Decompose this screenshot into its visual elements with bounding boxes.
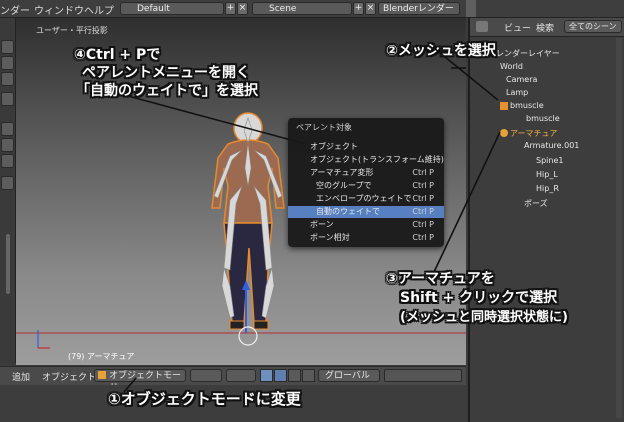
outliner-item-spine1[interactable]: Spine1 <box>536 156 563 165</box>
render-menu[interactable]: ンダー <box>0 2 30 17</box>
outliner: ビュー 検索 全てのシーン レンダーレイヤー World Camera Lamp… <box>468 18 624 422</box>
outliner-item-world[interactable]: World <box>500 62 523 71</box>
rotate-icon[interactable] <box>288 369 301 382</box>
menu-item-envelope-weights[interactable]: エンベロープのウェイトで Ctrl P <box>288 193 444 205</box>
blender-logo-icon <box>466 0 476 17</box>
tool-button[interactable] <box>1 40 14 54</box>
annotation-step3-line1: ③アーマチュアを <box>386 271 495 287</box>
tool-button[interactable] <box>1 92 14 106</box>
mode-selector[interactable]: オブジェクトモード <box>94 369 186 393</box>
menu-item-bone-relative[interactable]: ボーン相対 Ctrl P <box>288 232 444 244</box>
outliner-item-armature[interactable]: アーマチュア <box>510 128 557 139</box>
layout-selector[interactable]: Default <box>120 2 224 15</box>
layout-name: Default <box>137 4 170 14</box>
scale-icon[interactable] <box>302 369 315 382</box>
outliner-view-menu[interactable]: ビュー <box>504 21 531 34</box>
mesh-object-icon <box>500 102 508 110</box>
annotation-step4-line2: ペアレントメニューを開く <box>82 65 250 81</box>
object-mode-icon <box>98 371 106 379</box>
annotation-step3-line3: (メッシュと同時選択状態に) <box>400 310 568 325</box>
outliner-item-bmuscle[interactable]: bmuscle <box>510 101 544 110</box>
remove-layout-button[interactable]: × <box>237 2 248 15</box>
info-header: ンダー ウィンドウ ヘルプ Default + × Scene + × Blen… <box>0 0 624 18</box>
menu-item-automatic-weights[interactable]: 自動のウェイトで Ctrl P <box>288 206 444 218</box>
outliner-item-hip-r[interactable]: Hip_R <box>536 184 559 193</box>
scene-selector[interactable]: Scene <box>252 2 352 15</box>
menu-title: ペアレント対象 <box>296 123 352 132</box>
active-object-label: (79) アーマチュア <box>68 352 135 361</box>
translate-icon[interactable] <box>274 369 287 382</box>
outliner-item-armature-data[interactable]: Armature.001 <box>524 141 579 150</box>
editor-type-icon[interactable] <box>476 21 488 32</box>
armature-object-icon <box>500 129 508 137</box>
tool-shelf-scrollbar[interactable] <box>6 234 10 294</box>
menu-item-bone[interactable]: ボーン Ctrl P <box>288 219 444 231</box>
shading-selector[interactable] <box>190 369 222 382</box>
help-menu[interactable]: ヘルプ <box>84 2 114 17</box>
outliner-item-hip-l[interactable]: Hip_L <box>536 170 558 179</box>
render-engine-selector[interactable]: Blenderレンダー <box>378 2 460 15</box>
menu-item-object[interactable]: オブジェクト <box>288 141 444 153</box>
annotation-leader-line <box>127 95 307 145</box>
add-scene-button[interactable]: + <box>353 2 364 15</box>
outliner-search-menu[interactable]: 検索 <box>536 21 554 34</box>
menu-item-armature-deform[interactable]: アーマチュア変形 Ctrl P <box>288 167 444 179</box>
tool-button[interactable] <box>1 122 14 136</box>
outliner-item-lamp[interactable]: Lamp <box>506 88 528 97</box>
menu-item-object-keep-transform[interactable]: オブジェクト(トランスフォーム維持) <box>288 154 444 166</box>
add-layout-button[interactable]: + <box>225 2 236 15</box>
pivot-selector[interactable] <box>226 369 256 382</box>
outliner-scrollbar[interactable] <box>616 38 622 418</box>
tool-button[interactable] <box>1 138 14 152</box>
tool-shelf <box>0 18 16 363</box>
outliner-item-bmuscle-mesh[interactable]: bmuscle <box>526 114 560 123</box>
annotation-step1: ①オブジェクトモードに変更 <box>108 390 301 408</box>
render-engine-name: Blenderレンダー <box>383 4 454 14</box>
3d-cursor-icon <box>238 326 258 346</box>
menu-item-empty-groups[interactable]: 空のグループで Ctrl P <box>288 180 444 192</box>
window-menu[interactable]: ウィンドウ <box>34 2 84 17</box>
viewport-header: 追加 オブジェクト オブジェクトモード グローバル <box>0 366 466 393</box>
tool-button[interactable] <box>1 154 14 168</box>
outliner-item-render-layers[interactable]: レンダーレイヤー <box>496 48 560 59</box>
orientation-selector[interactable]: グローバル <box>318 369 380 382</box>
orientation-label: グローバル <box>325 371 370 381</box>
annotation-step2: ②メッシュを選択 <box>386 43 496 59</box>
annotation-step4-line1: ④Ctrl + Pで <box>74 47 161 63</box>
layer-buttons[interactable] <box>384 369 462 382</box>
remove-scene-button[interactable]: × <box>365 2 376 15</box>
outliner-item-camera[interactable]: Camera <box>506 75 537 84</box>
parent-context-menu: ペアレント対象 オブジェクト オブジェクト(トランスフォーム維持) アーマチュア… <box>288 118 444 247</box>
outliner-scope-selector[interactable]: 全てのシーン <box>564 20 622 33</box>
object-menu[interactable]: オブジェクト <box>42 370 96 383</box>
outliner-item-pose[interactable]: ポーズ <box>524 198 548 209</box>
annotation-step4-line3: 「自動のウェイトで」を選択 <box>76 83 258 99</box>
scene-name: Scene <box>269 4 297 14</box>
tool-button[interactable] <box>1 72 14 86</box>
outliner-header: ビュー 検索 全てのシーン <box>470 18 624 37</box>
annotation-step3-line2: Shift + クリックで選択 <box>400 290 558 306</box>
tool-button[interactable] <box>1 56 14 70</box>
manipulator-toggle-icon[interactable] <box>260 369 273 382</box>
tool-dropdown[interactable] <box>1 176 14 190</box>
add-menu[interactable]: 追加 <box>12 370 30 383</box>
